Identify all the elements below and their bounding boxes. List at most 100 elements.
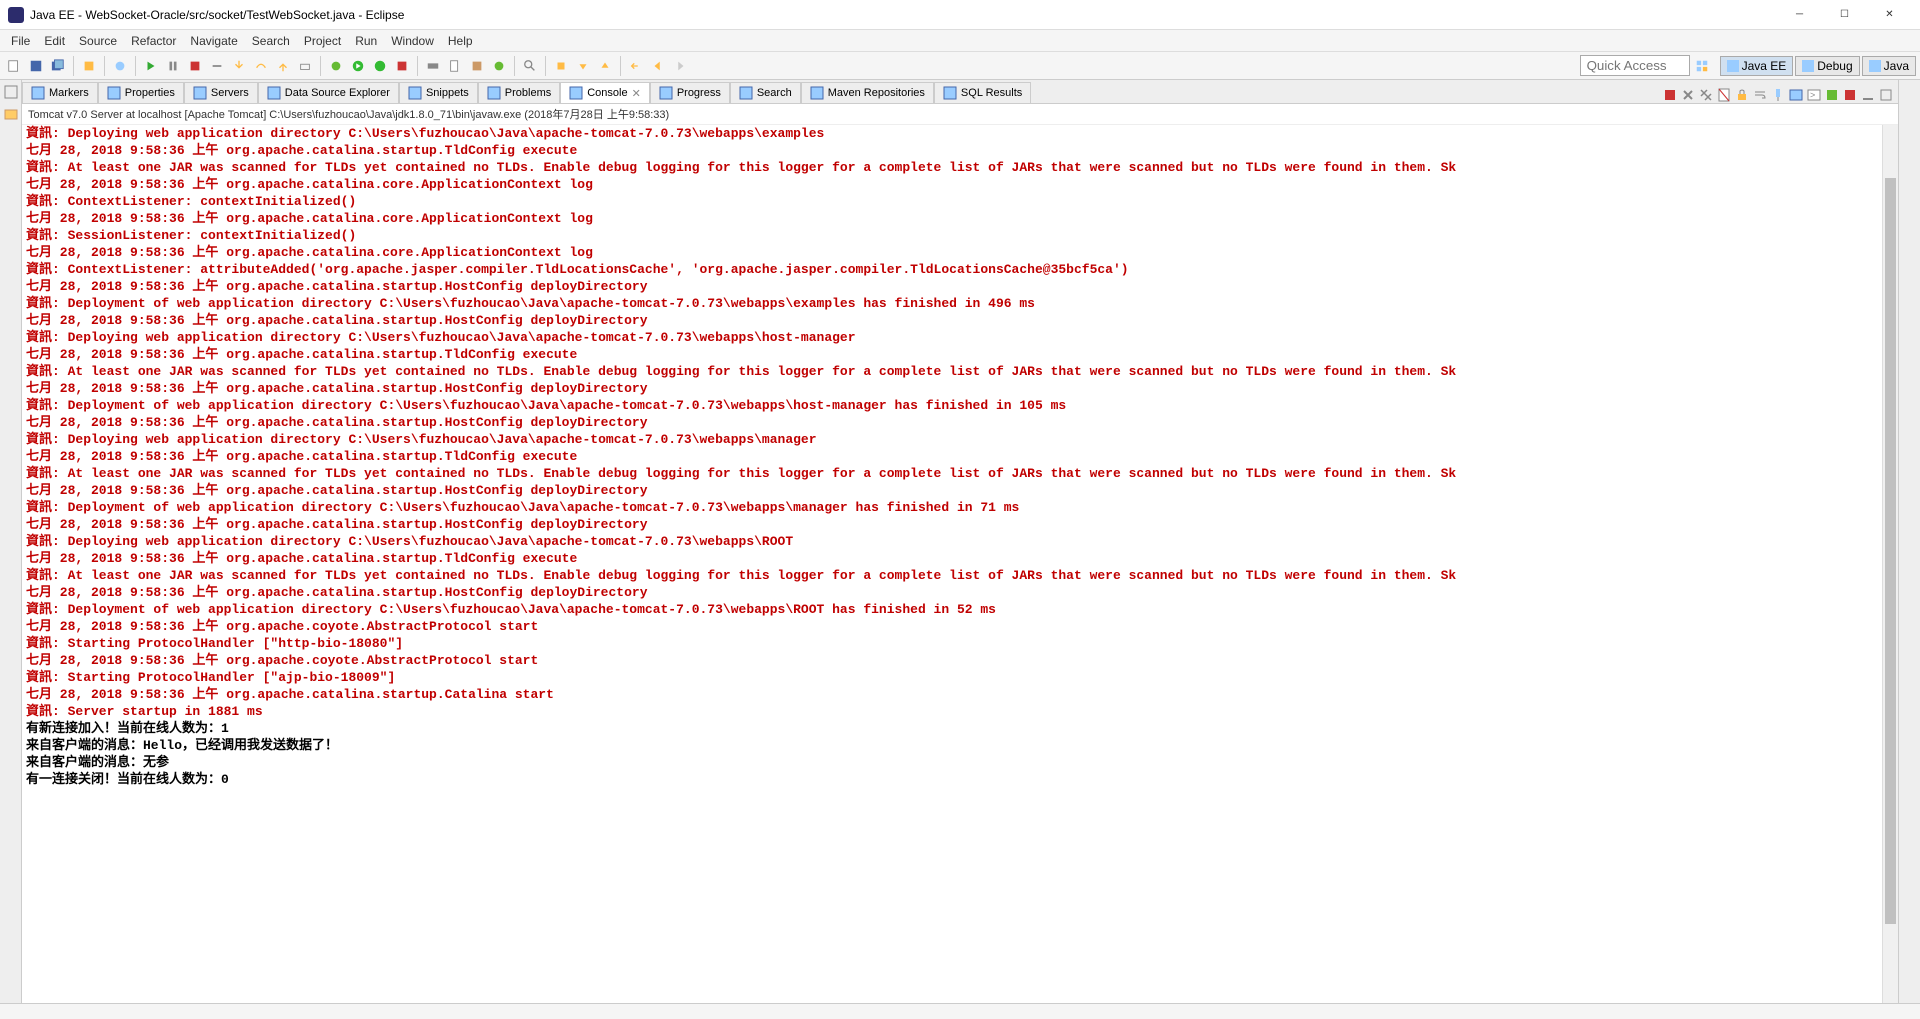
clear-console-icon[interactable] bbox=[1716, 87, 1732, 103]
remove-all-icon[interactable] bbox=[1698, 87, 1714, 103]
menu-search[interactable]: Search bbox=[245, 34, 297, 48]
quick-access-input[interactable] bbox=[1580, 55, 1690, 76]
console-line: 資訊: ContextListener: attributeAdded('org… bbox=[26, 261, 1878, 278]
console-line: 七月 28, 2018 9:58:36 上午 org.apache.catali… bbox=[26, 686, 1878, 703]
console-line: 来自客户端的消息：Hello，已经调用我发送数据了！ bbox=[26, 737, 1878, 754]
step-return-icon[interactable] bbox=[273, 56, 293, 76]
tab-console[interactable]: Console ✕ bbox=[560, 82, 650, 103]
menu-file[interactable]: File bbox=[4, 34, 37, 48]
show-stderr-icon[interactable] bbox=[1842, 87, 1858, 103]
console-line: 七月 28, 2018 9:58:36 上午 org.apache.catali… bbox=[26, 550, 1878, 567]
right-trim bbox=[1898, 80, 1920, 1003]
console-line: 有一连接关闭！当前在线人数为：0 bbox=[26, 771, 1878, 788]
tab-search[interactable]: Search bbox=[730, 82, 801, 103]
terminate-icon[interactable] bbox=[185, 56, 205, 76]
menu-edit[interactable]: Edit bbox=[37, 34, 72, 48]
problems-icon bbox=[487, 86, 501, 100]
suspend-icon[interactable] bbox=[163, 56, 183, 76]
tab-label: Progress bbox=[677, 87, 721, 99]
save-all-icon[interactable] bbox=[48, 56, 68, 76]
menu-source[interactable]: Source bbox=[72, 34, 124, 48]
menu-run[interactable]: Run bbox=[348, 34, 384, 48]
console-line: 七月 28, 2018 9:58:36 上午 org.apache.catali… bbox=[26, 448, 1878, 465]
maximize-button[interactable]: ☐ bbox=[1822, 1, 1867, 29]
close-button[interactable]: ✕ bbox=[1867, 1, 1912, 29]
toggle-mark-icon[interactable] bbox=[551, 56, 571, 76]
console-icon bbox=[569, 86, 583, 100]
search-icon[interactable] bbox=[520, 56, 540, 76]
build-icon[interactable] bbox=[79, 56, 99, 76]
tab-properties[interactable]: Properties bbox=[98, 82, 184, 103]
menu-window[interactable]: Window bbox=[384, 34, 441, 48]
console-line: 七月 28, 2018 9:58:36 上午 org.apache.catali… bbox=[26, 142, 1878, 159]
drop-to-frame-icon[interactable] bbox=[295, 56, 315, 76]
tab-problems[interactable]: Problems bbox=[478, 82, 560, 103]
disconnect-icon[interactable] bbox=[207, 56, 227, 76]
tab-snippets[interactable]: Snippets bbox=[399, 82, 478, 103]
window-title: Java EE - WebSocket-Oracle/src/socket/Te… bbox=[30, 8, 1777, 22]
minimize-view-icon[interactable] bbox=[1860, 87, 1876, 103]
console-line: 来自客户端的消息：无参 bbox=[26, 754, 1878, 771]
tab-markers[interactable]: Markers bbox=[22, 82, 98, 103]
perspective-label: Java EE bbox=[1742, 59, 1787, 73]
tab-maven-repositories[interactable]: Maven Repositories bbox=[801, 82, 934, 103]
close-tab-icon[interactable]: ✕ bbox=[632, 87, 641, 100]
back-icon[interactable] bbox=[648, 56, 668, 76]
svg-text:>: > bbox=[1810, 90, 1815, 100]
type-icon[interactable] bbox=[489, 56, 509, 76]
tab-label: Search bbox=[757, 87, 792, 99]
menu-refactor[interactable]: Refactor bbox=[124, 34, 183, 48]
console-line: 資訊: Deployment of web application direct… bbox=[26, 295, 1878, 312]
tab-label: Console bbox=[587, 87, 627, 99]
package-icon[interactable] bbox=[467, 56, 487, 76]
perspective-label: Debug bbox=[1817, 59, 1852, 73]
tab-label: Markers bbox=[49, 87, 89, 99]
tab-label: Maven Repositories bbox=[828, 87, 925, 99]
tab-servers[interactable]: Servers bbox=[184, 82, 258, 103]
forward-icon[interactable] bbox=[670, 56, 690, 76]
terminate-console-icon[interactable] bbox=[1662, 87, 1678, 103]
run-icon[interactable] bbox=[348, 56, 368, 76]
pin-console-icon[interactable] bbox=[1770, 87, 1786, 103]
perspective-debug[interactable]: Debug bbox=[1795, 56, 1859, 76]
progress-icon bbox=[659, 86, 673, 100]
display-selected-icon[interactable] bbox=[1788, 87, 1804, 103]
next-annotation-icon[interactable] bbox=[573, 56, 593, 76]
vertical-scrollbar[interactable] bbox=[1882, 125, 1898, 1003]
run-last-icon[interactable] bbox=[370, 56, 390, 76]
external-tools-icon[interactable] bbox=[392, 56, 412, 76]
tab-data-source-explorer[interactable]: Data Source Explorer bbox=[258, 82, 399, 103]
tab-label: Problems bbox=[505, 87, 551, 99]
new-wizard-icon[interactable] bbox=[445, 56, 465, 76]
save-icon[interactable] bbox=[26, 56, 46, 76]
minimize-button[interactable]: ─ bbox=[1777, 1, 1822, 29]
show-stdout-icon[interactable] bbox=[1824, 87, 1840, 103]
step-over-icon[interactable] bbox=[251, 56, 271, 76]
tab-progress[interactable]: Progress bbox=[650, 82, 730, 103]
open-console-icon[interactable]: > bbox=[1806, 87, 1822, 103]
perspective-java-ee[interactable]: Java EE bbox=[1720, 56, 1794, 76]
console-line: 資訊: SessionListener: contextInitialized(… bbox=[26, 227, 1878, 244]
restore-view-icon[interactable] bbox=[3, 84, 19, 100]
perspective-java[interactable]: Java bbox=[1862, 56, 1916, 76]
maximize-view-icon[interactable] bbox=[1878, 87, 1894, 103]
menu-project[interactable]: Project bbox=[297, 34, 348, 48]
resume-icon[interactable] bbox=[141, 56, 161, 76]
menu-help[interactable]: Help bbox=[441, 34, 480, 48]
prev-annotation-icon[interactable] bbox=[595, 56, 615, 76]
console-output[interactable]: 資訊: Deploying web application directory … bbox=[22, 125, 1882, 1003]
tab-sql-results[interactable]: SQL Results bbox=[934, 82, 1031, 103]
skip-breakpoints-icon[interactable] bbox=[110, 56, 130, 76]
console-line: 資訊: Server startup in 1881 ms bbox=[26, 703, 1878, 720]
new-server-icon[interactable] bbox=[423, 56, 443, 76]
package-explorer-icon[interactable] bbox=[3, 106, 19, 122]
word-wrap-icon[interactable] bbox=[1752, 87, 1768, 103]
new-icon[interactable] bbox=[4, 56, 24, 76]
step-into-icon[interactable] bbox=[229, 56, 249, 76]
menu-navigate[interactable]: Navigate bbox=[183, 34, 244, 48]
open-perspective-icon[interactable] bbox=[1692, 56, 1712, 76]
scroll-lock-icon[interactable] bbox=[1734, 87, 1750, 103]
last-edit-icon[interactable] bbox=[626, 56, 646, 76]
remove-launch-icon[interactable] bbox=[1680, 87, 1696, 103]
debug-icon[interactable] bbox=[326, 56, 346, 76]
